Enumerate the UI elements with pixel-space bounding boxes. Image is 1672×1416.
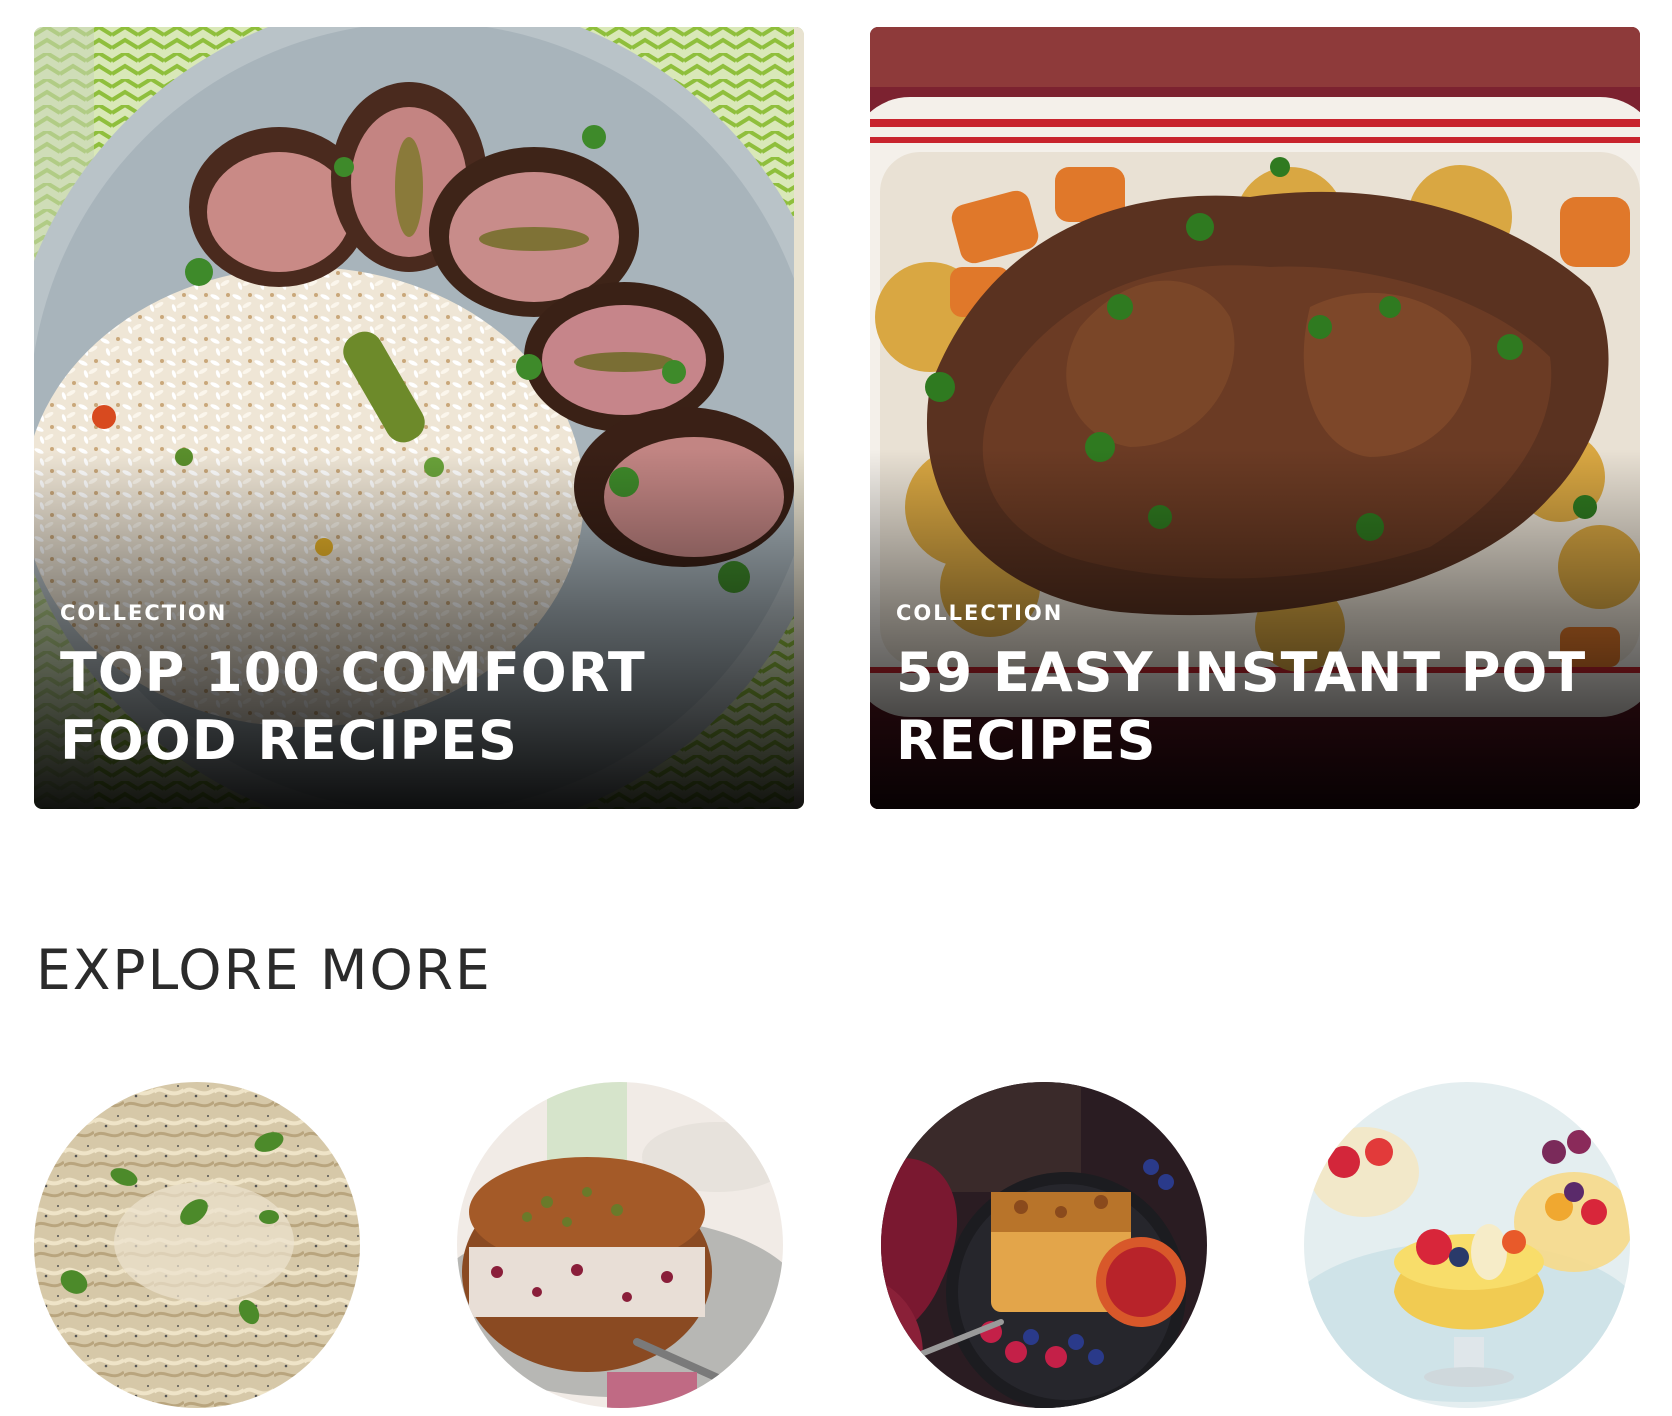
collection-card-instant-pot[interactable]: COLLECTION 59 EASY INSTANT POT RECIPES xyxy=(870,27,1640,809)
explore-photo-rice-cake xyxy=(457,1082,783,1408)
card-kicker: COLLECTION xyxy=(60,601,228,625)
explore-photo-pasta xyxy=(34,1082,360,1408)
card-title[interactable]: TOP 100 COMFORT FOOD RECIPES xyxy=(60,639,778,775)
card-text: COLLECTION TOP 100 COMFORT FOOD RECIPES xyxy=(60,601,778,775)
collection-cards: COLLECTION TOP 100 COMFORT FOOD RECIPES xyxy=(34,27,1644,809)
explore-item-fruit-salad[interactable] xyxy=(1304,1082,1630,1408)
card-text: COLLECTION 59 EASY INSTANT POT RECIPES xyxy=(896,601,1614,775)
card-title[interactable]: 59 EASY INSTANT POT RECIPES xyxy=(896,639,1614,775)
collection-card-comfort-food[interactable]: COLLECTION TOP 100 COMFORT FOOD RECIPES xyxy=(34,27,804,809)
explore-photo-fruit-salad xyxy=(1304,1082,1630,1408)
explore-item-pasta[interactable] xyxy=(34,1082,360,1408)
card-kicker: COLLECTION xyxy=(896,601,1064,625)
explore-item-rice-cake[interactable] xyxy=(457,1082,783,1408)
explore-more-heading: EXPLORE MORE xyxy=(36,938,492,1002)
explore-more-list xyxy=(34,1082,1638,1412)
explore-photo-breakfast-casserole xyxy=(881,1082,1207,1408)
explore-item-breakfast-casserole[interactable] xyxy=(881,1082,1207,1408)
